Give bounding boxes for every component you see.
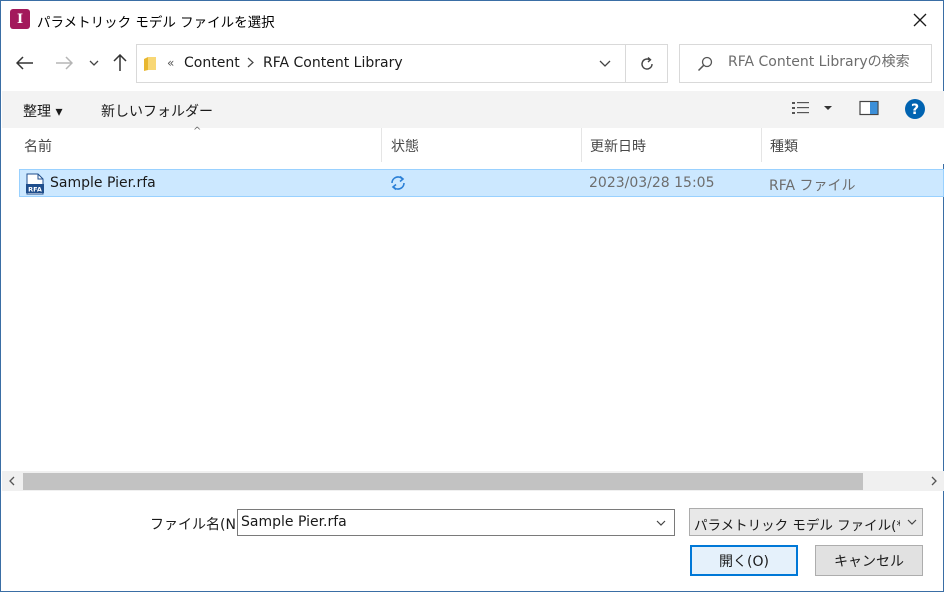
filter-dropdown-button[interactable] [902,509,922,535]
preview-pane-icon [859,100,879,116]
breadcrumb-content[interactable]: Content [184,55,240,71]
window-title: パラメトリック モデル ファイルを選択 [37,15,275,31]
refresh-button[interactable] [625,45,667,82]
scrollbar-thumb[interactable] [23,473,863,490]
svg-text:?: ? [911,102,919,118]
file-open-dialog: I パラメトリック モデル ファイルを選択 « Content RFA Cont… [0,0,944,592]
column-header-type[interactable]: 種類 [770,128,798,164]
rfa-file-icon: RFA [26,173,44,195]
file-type-filter-value: パラメトリック モデル ファイル(*.ipt *.i [694,518,900,534]
column-divider[interactable] [581,128,582,162]
help-icon: ? [905,99,925,119]
details-view-icon [792,102,832,114]
back-button[interactable] [12,49,38,77]
column-header-modified[interactable]: 更新日時 [590,128,646,164]
chevron-down-icon [656,520,666,526]
title-bar: I パラメトリック モデル ファイルを選択 [1,1,943,39]
sort-ascending-icon: ^ [193,126,202,137]
filename-label: ファイル名(N): [150,517,247,533]
preview-pane-button[interactable] [859,100,879,120]
overflow-marker[interactable]: « [167,56,174,70]
column-header-row: ^ 名前 状態 更新日時 種類 [2,126,944,164]
rfa-file-icon-label: RFA [28,185,42,193]
close-icon [913,13,927,27]
view-options-button[interactable] [791,100,837,120]
help-button[interactable]: ? [904,98,926,124]
chevron-left-icon [9,476,15,486]
search-input[interactable] [728,54,928,70]
chevron-down-icon [599,60,611,67]
chevron-right-icon [247,57,254,68]
file-type: RFA ファイル [769,178,856,194]
breadcrumb-rfa-content-library[interactable]: RFA Content Library [263,55,403,71]
file-row[interactable]: RFA Sample Pier.rfa 2023/03/28 15:05 RFA… [19,169,944,197]
command-bar: 整理 ▾ 新しいフォルダー ? [2,91,944,128]
arrow-left-icon [16,56,33,70]
search-box[interactable] [679,44,932,83]
close-button[interactable] [897,1,943,39]
chevron-down-icon [89,60,99,66]
up-button[interactable] [107,49,133,77]
chevron-right-icon [931,476,937,486]
cancel-button[interactable]: キャンセル [815,545,923,576]
filename-dropdown-button[interactable] [648,510,674,535]
column-header-name[interactable]: 名前 [24,128,52,164]
column-divider[interactable] [381,128,382,162]
column-header-status[interactable]: 状態 [391,128,419,164]
recent-locations-button[interactable] [83,49,105,77]
forward-button[interactable] [51,49,77,77]
new-folder-button[interactable]: 新しいフォルダー [101,101,213,121]
organize-menu-button[interactable]: 整理 ▾ [23,101,62,121]
sync-icon [391,175,405,191]
address-bar[interactable]: « Content RFA Content Library [136,44,668,83]
folder-icon [144,57,156,71]
arrow-up-icon [113,54,127,71]
refresh-icon [640,56,653,70]
arrow-right-icon [56,56,73,70]
filename-combobox[interactable] [237,509,675,536]
open-button[interactable]: 開く(O) [690,545,798,576]
address-dropdown-button[interactable] [585,45,625,82]
file-type-filter[interactable]: パラメトリック モデル ファイル(*.ipt *.i [689,508,923,536]
column-divider[interactable] [761,128,762,162]
file-name[interactable]: Sample Pier.rfa [50,175,156,191]
file-modified: 2023/03/28 15:05 [589,175,715,191]
scroll-right-button[interactable] [924,471,944,491]
horizontal-scrollbar[interactable] [2,471,944,491]
search-icon [697,56,713,72]
filename-input[interactable] [241,514,641,530]
inventor-app-icon: I [10,9,30,29]
scroll-left-button[interactable] [2,471,22,491]
chevron-down-icon [907,519,917,525]
